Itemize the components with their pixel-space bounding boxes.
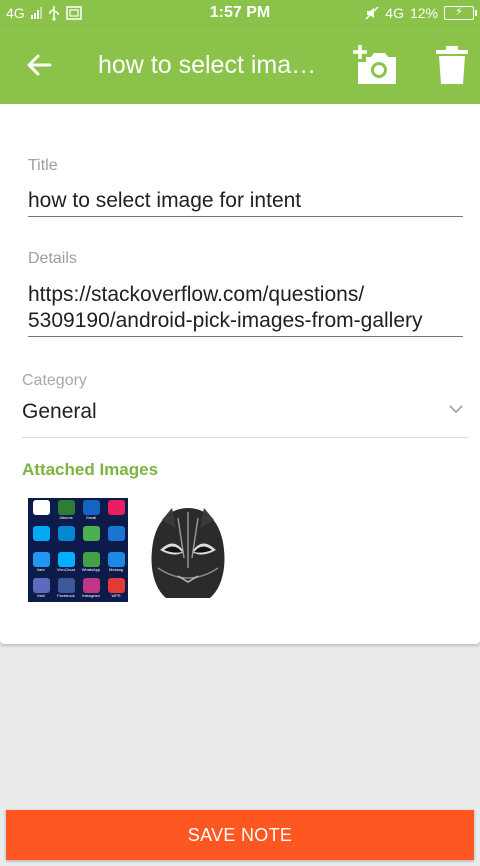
trash-icon[interactable] — [436, 46, 468, 84]
status-right: 4G 12% ⚡ — [365, 0, 477, 26]
app-icon — [30, 526, 52, 550]
app-icon: Albums — [55, 500, 77, 524]
battery-percent: 12% — [409, 5, 438, 21]
toolbar-title: how to select image for intent — [98, 51, 320, 79]
attached-image-phone-screenshot[interactable]: Albums Gmail ilare VivoCloud WhatsApp Messag M… — [28, 498, 128, 602]
app-icon — [55, 526, 77, 550]
save-note-button[interactable]: SAVE NOTE — [6, 810, 474, 860]
attached-image-mask[interactable] — [138, 498, 238, 602]
details-line-1: https://stackoverflow.com/questions/ — [28, 283, 365, 306]
app-icon-label: Mail — [37, 593, 45, 598]
category-underline — [22, 437, 468, 438]
app-icon: VivoCloud — [55, 552, 77, 576]
app-icon: WPS — [105, 578, 127, 602]
app-icon-label: Instagram — [82, 593, 100, 598]
note-form-card: Title how to select image for intent Det… — [0, 104, 480, 644]
app-icon — [30, 500, 52, 524]
app-icon: Mail — [30, 578, 52, 602]
app-icon — [105, 500, 127, 524]
app-icon: Facebook — [55, 578, 77, 602]
title-label: Title — [28, 157, 58, 174]
details-label: Details — [28, 250, 77, 267]
network-type-right: 4G — [385, 5, 404, 21]
app-icon — [105, 526, 127, 550]
arrow-back-icon[interactable] — [22, 48, 56, 82]
app-icon — [80, 526, 102, 550]
app-icon-label: Facebook — [57, 593, 75, 598]
app-icon-label: VivoCloud — [56, 567, 76, 572]
app-icon-label: WPS — [111, 593, 121, 598]
battery-charging-icon: ⚡ — [444, 6, 477, 20]
add-photo-icon[interactable] — [352, 44, 398, 86]
details-line-2: 5309190/android-pick-images-from-gallery — [28, 309, 423, 332]
app-icon-label: Albums — [59, 515, 73, 520]
app-icon: Gmail — [80, 500, 102, 524]
app-icon-label: Messag — [108, 567, 123, 572]
app-icon: Instagram — [80, 578, 102, 602]
chevron-down-icon[interactable] — [448, 402, 464, 416]
category-label: Category — [22, 372, 87, 389]
app-grid: Albums Gmail ilare VivoCloud WhatsApp Messag M… — [30, 500, 128, 602]
app-icon-label: Gmail — [85, 515, 97, 520]
app-icon-label: WhatsApp — [81, 567, 101, 572]
app-icon: WhatsApp — [80, 552, 102, 576]
app-toolbar: how to select image for intent — [0, 26, 480, 104]
details-underline — [28, 336, 463, 337]
app-icon: Messag — [105, 552, 127, 576]
title-input[interactable]: how to select image for intent — [28, 188, 301, 214]
attached-images-title: Attached Images — [22, 460, 159, 479]
app-icon: ilare — [30, 552, 52, 576]
category-select[interactable]: General — [22, 399, 97, 425]
mask-illustration — [151, 508, 225, 598]
status-bar: 4G 1:57 PM 4G 12% ⚡ — [0, 0, 480, 26]
title-underline — [28, 216, 463, 217]
mute-icon — [365, 6, 379, 20]
app-icon-label: ilare — [37, 567, 45, 572]
